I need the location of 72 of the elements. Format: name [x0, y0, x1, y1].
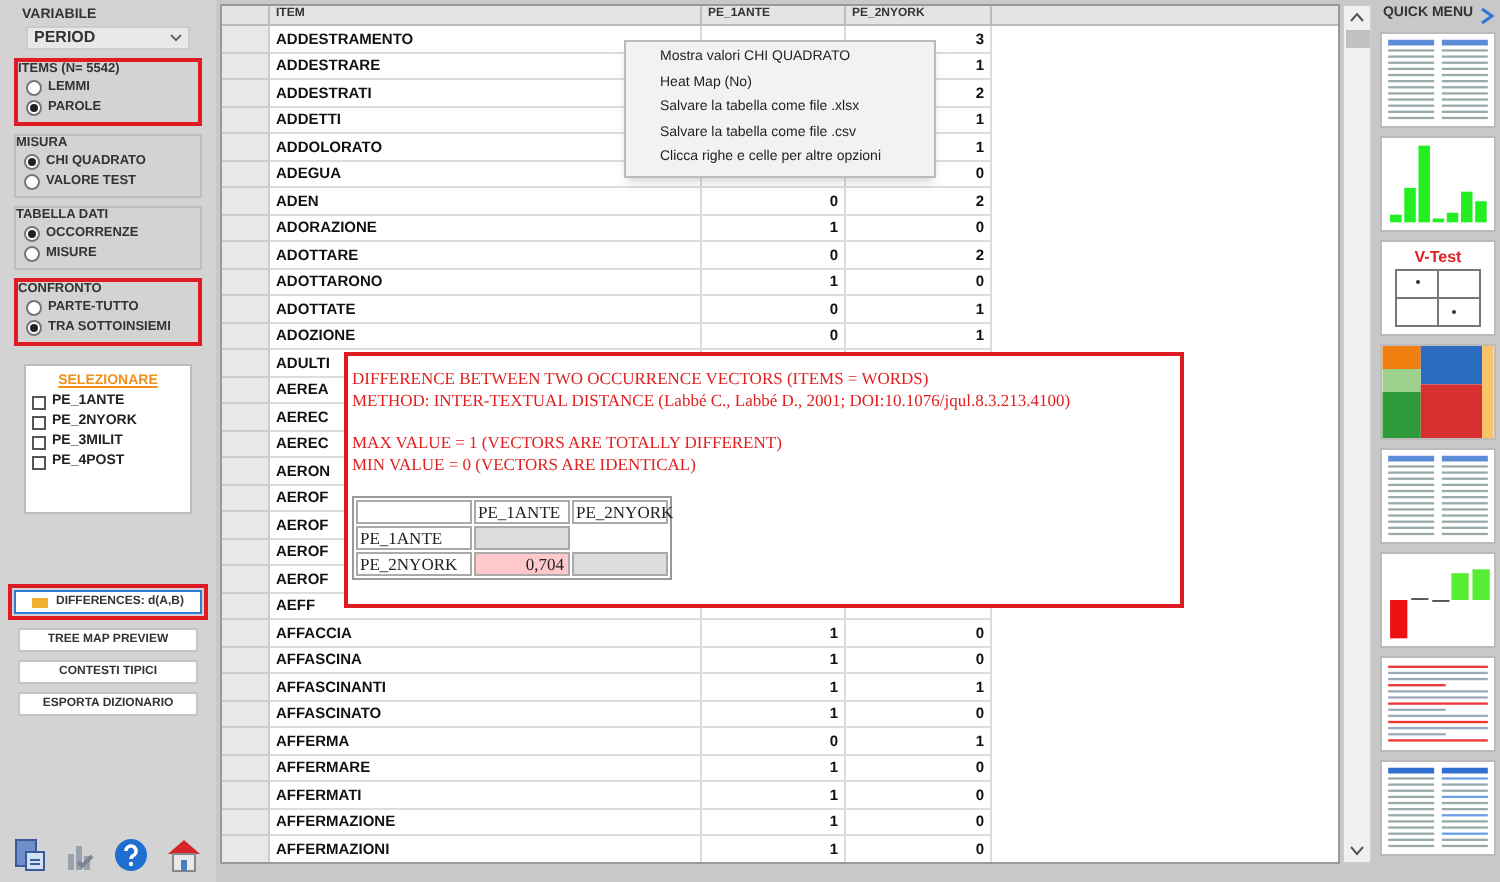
row-header[interactable] [222, 242, 270, 269]
row-header[interactable] [222, 323, 270, 350]
bar-chart-thumbnail[interactable] [1380, 552, 1496, 648]
quadrant-chart-icon [1394, 268, 1482, 328]
popup-text: MIN VALUE = 0 (VECTORS ARE IDENTICAL) [352, 454, 698, 476]
v-test-thumbnail[interactable]: V-Test [1380, 240, 1496, 336]
row-header[interactable] [222, 728, 270, 755]
diagonal-cell [572, 552, 668, 576]
radio-button[interactable] [26, 80, 42, 96]
row-header[interactable] [222, 80, 270, 107]
matrix-header: PE_2NYORK [572, 500, 668, 524]
row-header[interactable] [222, 782, 270, 809]
row-header[interactable] [222, 26, 270, 53]
row-header[interactable] [222, 107, 270, 134]
checkbox[interactable] [32, 435, 46, 449]
variable-dropdown[interactable]: PERIOD [26, 26, 190, 50]
row-header[interactable] [222, 377, 270, 404]
row-header[interactable] [222, 431, 270, 458]
radio-button[interactable] [24, 226, 40, 242]
checkbox[interactable] [32, 455, 46, 469]
document-export-icon[interactable] [14, 838, 47, 872]
help-icon[interactable] [113, 838, 148, 872]
radio-button[interactable] [26, 300, 42, 316]
row-header[interactable] [222, 161, 270, 188]
home-icon[interactable] [165, 838, 202, 872]
distance-value: 0,704 [474, 552, 570, 576]
row-header[interactable] [222, 539, 270, 566]
row-header[interactable] [222, 701, 270, 728]
row-header[interactable] [222, 512, 270, 539]
radio-button[interactable] [26, 320, 42, 336]
radio-button[interactable] [24, 154, 40, 170]
row-header[interactable] [222, 350, 270, 377]
row-header[interactable] [222, 647, 270, 674]
radio-button[interactable] [24, 174, 40, 190]
row-header[interactable] [222, 296, 270, 323]
row-header[interactable] [222, 215, 270, 242]
matrix-header: PE_1ANTE [474, 500, 570, 524]
scroll-down-icon[interactable] [1350, 846, 1364, 856]
matrix-corner [356, 500, 472, 524]
row-header[interactable] [222, 674, 270, 701]
table-thumbnail[interactable] [1380, 448, 1496, 544]
checkbox[interactable] [32, 415, 46, 429]
text-document-thumbnail[interactable] [1380, 656, 1496, 752]
scroll-up-icon[interactable] [1350, 12, 1364, 22]
matrix-row-header: PE_2NYORK [356, 552, 472, 576]
row-header[interactable] [222, 809, 270, 836]
row-header[interactable] [222, 188, 270, 215]
table-thumbnail[interactable] [1380, 760, 1496, 856]
row-header[interactable] [222, 53, 270, 80]
scrollbar[interactable] [1342, 4, 1372, 864]
treemap-thumbnail[interactable] [1380, 344, 1496, 440]
row-header[interactable] [222, 134, 270, 161]
matrix-row-header: PE_1ANTE [356, 526, 472, 550]
row-header[interactable] [222, 269, 270, 296]
row-header[interactable] [222, 485, 270, 512]
checkbox[interactable] [32, 395, 46, 409]
table-thumbnail[interactable] [1380, 32, 1496, 128]
arrow-right-icon[interactable] [1479, 7, 1494, 23]
row-header[interactable] [222, 566, 270, 593]
row-header[interactable] [222, 620, 270, 647]
scroll-thumb[interactable] [1345, 30, 1369, 48]
diagonal-cell [474, 526, 570, 550]
row-header[interactable] [222, 458, 270, 485]
row-header[interactable] [222, 593, 270, 620]
radio-button[interactable] [26, 100, 42, 116]
row-header[interactable] [222, 836, 270, 862]
tag-icon [32, 597, 48, 607]
bar-chart-thumbnail[interactable] [1380, 136, 1496, 232]
row-header[interactable] [222, 755, 270, 782]
chevron-down-icon [170, 34, 182, 42]
radio-button[interactable] [24, 246, 40, 262]
row-header[interactable] [222, 404, 270, 431]
